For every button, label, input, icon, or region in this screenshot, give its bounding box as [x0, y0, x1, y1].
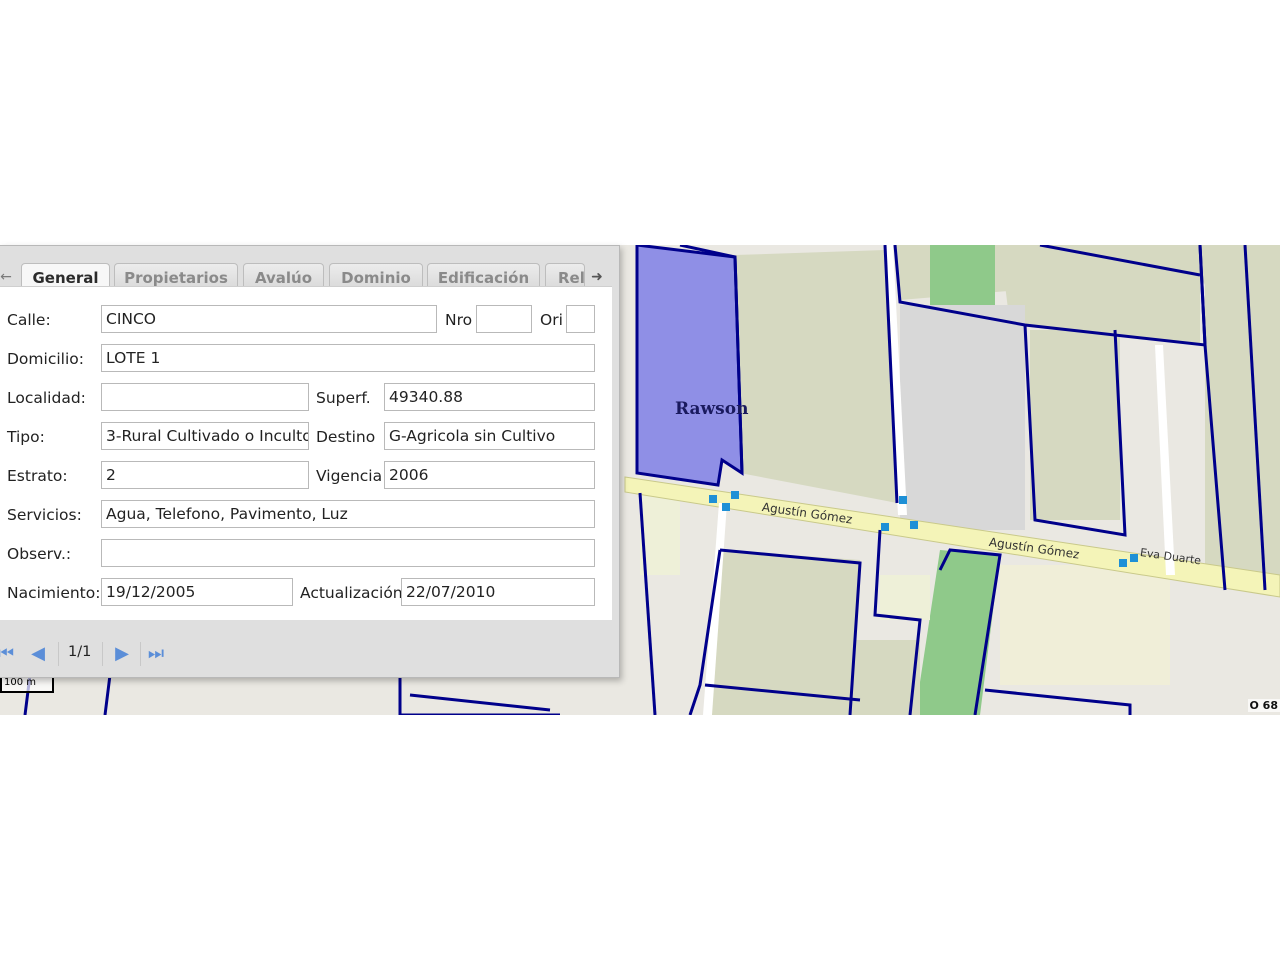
pager-separator	[102, 642, 103, 666]
calle-label: Calle:	[7, 311, 51, 329]
estrato-field[interactable]: 2	[101, 461, 309, 489]
localidad-field[interactable]	[101, 383, 309, 411]
page-indicator: 1/1	[68, 644, 92, 660]
last-page-icon[interactable]: ⏭	[144, 642, 168, 666]
field-parcel	[1030, 330, 1120, 520]
first-page-icon[interactable]: ⏮	[0, 642, 18, 666]
pager: ⏮ ◀ 1/1 ▶ ⏭	[0, 636, 612, 672]
domicilio-field[interactable]: LOTE 1	[101, 344, 595, 372]
nacimiento-field[interactable]: 19/12/2005	[101, 578, 293, 606]
nro-field[interactable]	[476, 305, 532, 333]
field-parcel	[1205, 245, 1280, 585]
vigencia-label: Vigencia	[316, 467, 383, 485]
servicios-field[interactable]: Agua, Telefono, Pavimento, Luz	[101, 500, 595, 528]
general-form: Calle: CINCO Nro Ori Domicilio: LOTE 1 L…	[0, 286, 612, 620]
estrato-label: Estrato:	[7, 467, 68, 485]
calle-field[interactable]: CINCO	[101, 305, 437, 333]
actualizacion-field[interactable]: 22/07/2010	[401, 578, 595, 606]
tipo-label: Tipo:	[7, 428, 45, 446]
observ-field[interactable]	[101, 539, 595, 567]
building-area	[1000, 565, 1170, 685]
pager-separator	[140, 642, 141, 666]
tipo-field[interactable]: 3-Rural Cultivado o Inculto	[101, 422, 309, 450]
parcel-info-panel: ← General Propietarios Avalúo Dominio Ed…	[0, 245, 620, 678]
ori-label: Ori	[540, 311, 563, 329]
pager-separator	[58, 642, 59, 666]
superf-label: Superf.	[316, 389, 371, 407]
field-parcel	[735, 250, 897, 503]
localidad-label: Localidad:	[7, 389, 86, 407]
field-parcel	[880, 575, 930, 620]
prev-page-icon[interactable]: ◀	[26, 642, 50, 666]
selected-parcel	[635, 245, 744, 487]
nro-label: Nro	[445, 311, 473, 329]
vigencia-field[interactable]: 2006	[384, 461, 595, 489]
place-label: Rawson	[675, 399, 749, 419]
destino-field[interactable]: G-Agricola sin Cultivo	[384, 422, 595, 450]
ori-field[interactable]	[566, 305, 595, 333]
superf-field[interactable]: 49340.88	[384, 383, 595, 411]
field-parcel	[705, 550, 860, 715]
crop-field	[930, 245, 995, 305]
next-page-icon[interactable]: ▶	[110, 642, 134, 666]
parking-area	[900, 305, 1025, 530]
tab-bar: ← General Propietarios Avalúo Dominio Ed…	[0, 254, 612, 293]
observ-label: Observ.:	[7, 545, 72, 563]
actualizacion-label: Actualización	[300, 584, 403, 602]
destino-label: Destino	[316, 428, 376, 446]
map-attribution: O 68	[1247, 699, 1280, 712]
servicios-label: Servicios:	[7, 506, 82, 524]
nacimiento-label: Nacimiento:	[7, 584, 101, 602]
domicilio-label: Domicilio:	[7, 350, 84, 368]
